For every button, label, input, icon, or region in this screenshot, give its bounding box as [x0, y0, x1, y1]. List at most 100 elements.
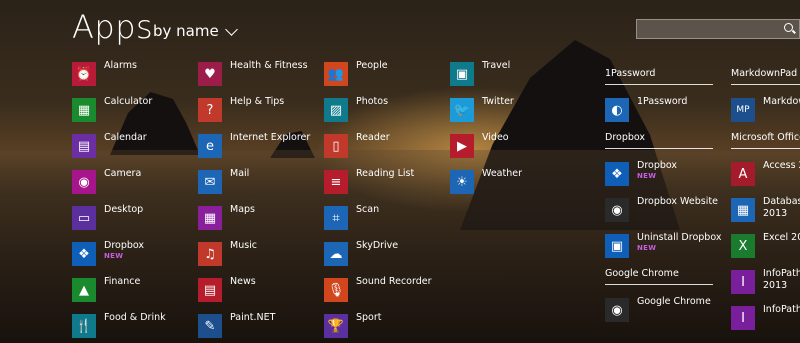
- maps-icon: ▦: [198, 206, 222, 230]
- chrome-icon: ◉: [605, 298, 629, 322]
- app-tile-desktop[interactable]: ▭ Desktop: [72, 204, 143, 234]
- app-label: Weather: [482, 168, 522, 179]
- page-title: Apps: [72, 8, 154, 46]
- app-label: People: [356, 60, 388, 71]
- app-tile-alarms[interactable]: ⏰ Alarms: [72, 60, 137, 90]
- app-label: Twitter: [482, 96, 514, 107]
- app-label: Music: [230, 240, 258, 251]
- app-tile-1password[interactable]: ◐ 1Password: [605, 96, 687, 126]
- app-tile-calculator[interactable]: ▦ Calculator: [72, 96, 152, 126]
- help-icon: ?: [198, 98, 222, 122]
- desktop-icon: ▭: [72, 206, 96, 230]
- search-input[interactable]: [637, 20, 785, 40]
- app-tile-music[interactable]: ♫ Music: [198, 240, 257, 270]
- app-label: InfoPath F: [763, 304, 800, 315]
- app-tile-people[interactable]: 👥 People: [324, 60, 388, 90]
- app-label: Calendar: [104, 132, 147, 143]
- app-label: Sound Recorder: [356, 276, 432, 287]
- app-tile-excel-2013[interactable]: X Excel 2013: [731, 232, 800, 262]
- people-icon: 👥: [324, 62, 348, 86]
- dropbox-icon: ❖: [72, 242, 96, 266]
- group-header: 1Password: [605, 68, 713, 85]
- app-tile-infopath-f[interactable]: I InfoPath F: [731, 304, 800, 334]
- app-label: 1Password: [637, 96, 688, 107]
- app-tile-dropbox[interactable]: ❖ Dropbox NEW: [72, 240, 144, 270]
- infopath-icon: I: [731, 270, 755, 294]
- app-tile-dropbox[interactable]: ❖ Dropbox NEW: [605, 160, 677, 190]
- app-tile-scan[interactable]: ⌗ Scan: [324, 204, 379, 234]
- app-tile-sound-recorder[interactable]: 🎙 Sound Recorder: [324, 276, 432, 306]
- app-tile-internet-explorer[interactable]: e Internet Explorer: [198, 132, 310, 162]
- app-label: Dropbox Website: [637, 196, 718, 207]
- app-label: Google Chrome: [637, 296, 711, 307]
- app-label: Food & Drink: [104, 312, 166, 323]
- new-badge: NEW: [637, 172, 657, 180]
- sort-dropdown[interactable]: by name: [153, 22, 238, 40]
- app-tile-infopath-d-2013[interactable]: I InfoPath D 2013: [731, 268, 800, 298]
- app-tile-photos[interactable]: ▨ Photos: [324, 96, 388, 126]
- app-label: Health & Fitness: [230, 60, 308, 71]
- search-icon[interactable]: [784, 23, 793, 32]
- app-tile-uninstall-dropbox[interactable]: ▣ Uninstall Dropbox NEW: [605, 232, 721, 262]
- health-icon: ♥: [198, 62, 222, 86]
- app-tile-database-c-2013[interactable]: ▦ Database C 2013: [731, 196, 800, 226]
- app-label: Finance: [104, 276, 141, 287]
- app-tile-skydrive[interactable]: ☁ SkyDrive: [324, 240, 398, 270]
- app-label: Calculator: [104, 96, 153, 107]
- app-tile-travel[interactable]: ▣ Travel: [450, 60, 510, 90]
- app-label: Excel 2013: [763, 232, 800, 243]
- app-tile-twitter[interactable]: 🐦 Twitter: [450, 96, 514, 126]
- app-label: Access 201: [763, 160, 800, 171]
- app-tile-camera[interactable]: ◉ Camera: [72, 168, 141, 198]
- reader-icon: ▯: [324, 134, 348, 158]
- app-tile-sport[interactable]: 🏆 Sport: [324, 312, 382, 342]
- app-label: Maps: [230, 204, 255, 215]
- app-label: Alarms: [104, 60, 137, 71]
- app-tile-paint-net[interactable]: ✎ Paint.NET: [198, 312, 275, 342]
- app-label: Markdown: [763, 96, 800, 107]
- finance-icon: ▲: [72, 278, 96, 302]
- uninstall-icon: ▣: [605, 234, 629, 258]
- app-tile-health-fitness[interactable]: ♥ Health & Fitness: [198, 60, 308, 90]
- sort-label: by name: [153, 22, 219, 40]
- video-icon: ▶: [450, 134, 474, 158]
- calendar-icon: ▤: [72, 134, 96, 158]
- camera-icon: ◉: [72, 170, 96, 194]
- search-box[interactable]: [636, 19, 800, 40]
- alarm-icon: ⏰: [72, 62, 96, 86]
- app-tile-maps[interactable]: ▦ Maps: [198, 204, 255, 234]
- app-tile-weather[interactable]: ☀ Weather: [450, 168, 522, 198]
- app-tile-finance[interactable]: ▲ Finance: [72, 276, 140, 306]
- music-icon: ♫: [198, 242, 222, 266]
- app-label: News: [230, 276, 256, 287]
- chrome-icon: ◉: [605, 198, 629, 222]
- app-label: Travel: [482, 60, 511, 71]
- app-tile-dropbox-website[interactable]: ◉ Dropbox Website: [605, 196, 718, 226]
- app-tile-reader[interactable]: ▯ Reader: [324, 132, 390, 162]
- app-tile-mail[interactable]: ✉ Mail: [198, 168, 249, 198]
- app-tile-news[interactable]: ▤ News: [198, 276, 256, 306]
- database-compare-icon: ▦: [731, 198, 755, 222]
- app-label: SkyDrive: [356, 240, 399, 251]
- group-header: MarkdownPad 2: [731, 68, 800, 85]
- app-tile-markdown[interactable]: MP Markdown: [731, 96, 800, 126]
- app-label: Reader: [356, 132, 390, 143]
- app-tile-food-drink[interactable]: 🍴 Food & Drink: [72, 312, 166, 342]
- reading-list-icon: ≡: [324, 170, 348, 194]
- app-label: Sport: [356, 312, 382, 323]
- 1password-icon: ◐: [605, 98, 629, 122]
- weather-icon: ☀: [450, 170, 474, 194]
- app-tile-google-chrome[interactable]: ◉ Google Chrome: [605, 296, 711, 326]
- app-tile-video[interactable]: ▶ Video: [450, 132, 509, 162]
- access-icon: A: [731, 162, 755, 186]
- twitter-icon: 🐦: [450, 98, 474, 122]
- app-label: Internet Explorer: [230, 132, 311, 143]
- app-tile-calendar[interactable]: ▤ Calendar: [72, 132, 147, 162]
- app-label: Help & Tips: [230, 96, 285, 107]
- app-tile-access-201[interactable]: A Access 201: [731, 160, 800, 190]
- app-tile-help-tips[interactable]: ? Help & Tips: [198, 96, 284, 126]
- paintnet-icon: ✎: [198, 314, 222, 338]
- app-label: Uninstall Dropbox: [637, 232, 722, 243]
- new-badge: NEW: [637, 244, 657, 252]
- app-tile-reading-list[interactable]: ≡ Reading List: [324, 168, 414, 198]
